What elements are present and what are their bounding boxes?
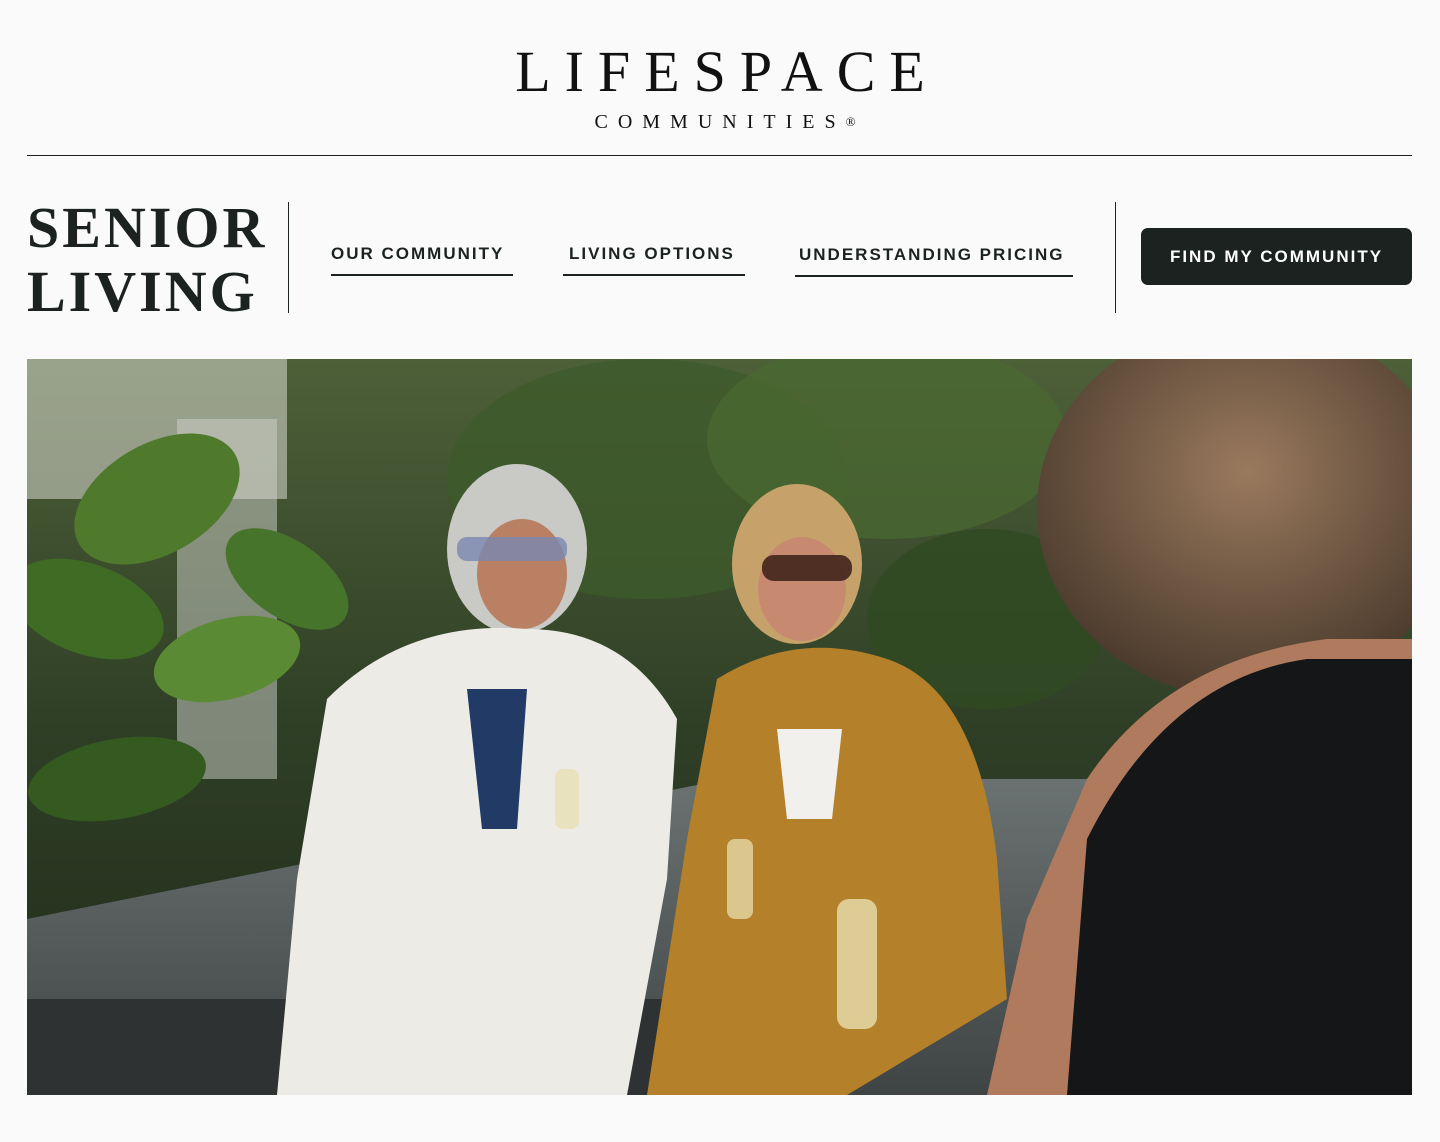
nav-link-understanding-pricing[interactable]: UNDERSTANDING PRICING <box>795 245 1073 277</box>
find-my-community-button[interactable]: FIND MY COMMUNITY <box>1141 228 1412 285</box>
page-title: SENIOR LIVING <box>27 196 267 324</box>
brand-tagline: COMMUNITIES® <box>0 110 1440 134</box>
page-title-line1: SENIOR <box>27 195 268 260</box>
nav-divider-left <box>288 202 289 313</box>
brand-name: LIFESPACE <box>515 39 939 104</box>
page-title-line2: LIVING <box>27 259 258 324</box>
header-divider <box>27 155 1412 156</box>
photo-icon <box>27 359 1412 1095</box>
nav-divider-right <box>1115 202 1116 313</box>
brand-tagline-text: COMMUNITIES <box>594 111 846 133</box>
nav-link-our-community[interactable]: OUR COMMUNITY <box>331 244 513 276</box>
brand-logo[interactable]: LIFESPACE COMMUNITIES® <box>0 40 1440 134</box>
registered-mark: ® <box>845 114 856 129</box>
hero-image <box>27 359 1412 1095</box>
nav-link-living-options[interactable]: LIVING OPTIONS <box>563 244 745 276</box>
